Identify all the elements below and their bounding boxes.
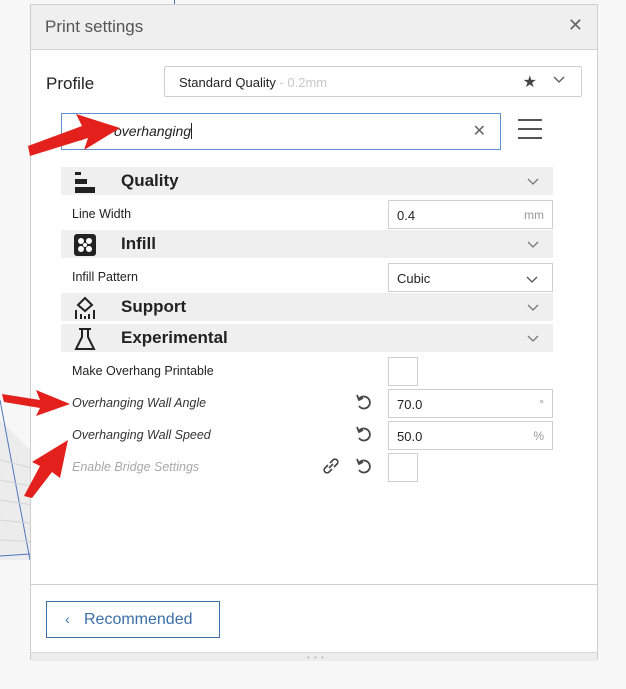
text-cursor <box>191 123 193 139</box>
infill-pattern-icon <box>74 234 96 256</box>
resize-handle[interactable]: • • • <box>31 652 597 662</box>
category-label: Infill <box>121 234 156 253</box>
field-value: 0.4 <box>397 208 416 223</box>
line-width-input[interactable]: 0.4 mm <box>388 200 553 229</box>
annotation-arrow <box>24 440 68 498</box>
profile-select[interactable]: Standard Quality - 0.2mm ★ <box>164 66 582 97</box>
panel-header: Print settings ✕ <box>31 5 597 50</box>
chevron-down-icon <box>553 76 565 83</box>
chevron-left-icon: ‹ <box>65 611 70 627</box>
overhanging-wall-angle-input[interactable]: 70.0 ° <box>388 389 553 418</box>
field-unit: ° <box>539 397 544 411</box>
settings-menu-icon[interactable] <box>518 119 542 146</box>
category-quality[interactable]: Quality <box>61 167 553 195</box>
category-infill[interactable]: Infill <box>61 230 553 258</box>
annotation-arrow <box>2 390 70 416</box>
reset-icon[interactable] <box>355 393 373 411</box>
flask-icon <box>74 328 96 350</box>
setting-label: Overhanging Wall Speed <box>72 428 211 442</box>
chevron-down-icon <box>527 241 539 248</box>
setting-infill-pattern: Infill Pattern Cubic <box>61 261 553 293</box>
field-value: Cubic <box>397 271 431 286</box>
recommended-button[interactable]: ‹ Recommended <box>46 601 220 638</box>
settings-list: Quality Line Width 0.4 mm Infill Infill … <box>61 167 553 483</box>
setting-overhanging-wall-angle: Overhanging Wall Angle 70.0 ° <box>61 387 553 419</box>
setting-enable-bridge-settings: Enable Bridge Settings <box>61 451 553 483</box>
setting-label: Line Width <box>72 207 132 221</box>
setting-label: Overhanging Wall Angle <box>72 396 207 410</box>
profile-subtitle: - 0.2mm <box>275 75 328 90</box>
support-icon <box>75 296 95 319</box>
link-icon[interactable] <box>321 457 341 475</box>
reset-icon[interactable] <box>355 425 373 443</box>
category-experimental[interactable]: Experimental <box>61 324 553 352</box>
category-label: Support <box>121 297 187 316</box>
chevron-down-icon <box>527 335 539 342</box>
field-unit: mm <box>524 208 544 222</box>
profile-name: Standard Quality <box>179 75 276 90</box>
panel-title: Print settings <box>45 17 144 36</box>
make-overhang-printable-checkbox[interactable] <box>388 357 418 386</box>
setting-label: Infill Pattern <box>72 270 139 284</box>
infill-pattern-select[interactable]: Cubic <box>388 263 553 292</box>
field-unit: % <box>533 429 544 443</box>
field-value: 50.0 <box>397 429 423 444</box>
footer-divider <box>31 584 597 585</box>
print-settings-panel: Print settings ✕ Profile Standard Qualit… <box>30 4 598 662</box>
category-support[interactable]: Support <box>61 293 553 321</box>
chevron-down-icon <box>527 178 539 185</box>
search-input[interactable]: overhanging ✕ <box>61 113 501 150</box>
overhanging-wall-speed-input[interactable]: 50.0 % <box>388 421 553 450</box>
annotation-arrow <box>28 114 120 156</box>
quality-layers-icon <box>75 172 95 193</box>
setting-label: Make Overhang Printable <box>72 364 214 378</box>
close-icon[interactable]: ✕ <box>568 15 583 36</box>
setting-overhanging-wall-speed: Overhanging Wall Speed 50.0 % <box>61 419 553 451</box>
star-icon[interactable]: ★ <box>523 72 537 92</box>
category-label: Experimental <box>121 328 228 347</box>
recommended-label: Recommended <box>84 611 193 628</box>
setting-line-width: Line Width 0.4 mm <box>61 198 553 230</box>
clear-search-icon[interactable]: ✕ <box>473 121 486 141</box>
setting-label: Enable Bridge Settings <box>72 460 200 474</box>
field-value: 70.0 <box>397 397 423 412</box>
search-value: overhanging <box>114 123 192 139</box>
category-label: Quality <box>121 171 179 190</box>
reset-icon[interactable] <box>355 457 373 475</box>
chevron-down-icon <box>526 276 538 283</box>
profile-label: Profile <box>46 74 95 93</box>
enable-bridge-settings-checkbox[interactable] <box>388 453 418 482</box>
chevron-down-icon <box>527 304 539 311</box>
setting-make-overhang-printable: Make Overhang Printable <box>61 355 553 387</box>
